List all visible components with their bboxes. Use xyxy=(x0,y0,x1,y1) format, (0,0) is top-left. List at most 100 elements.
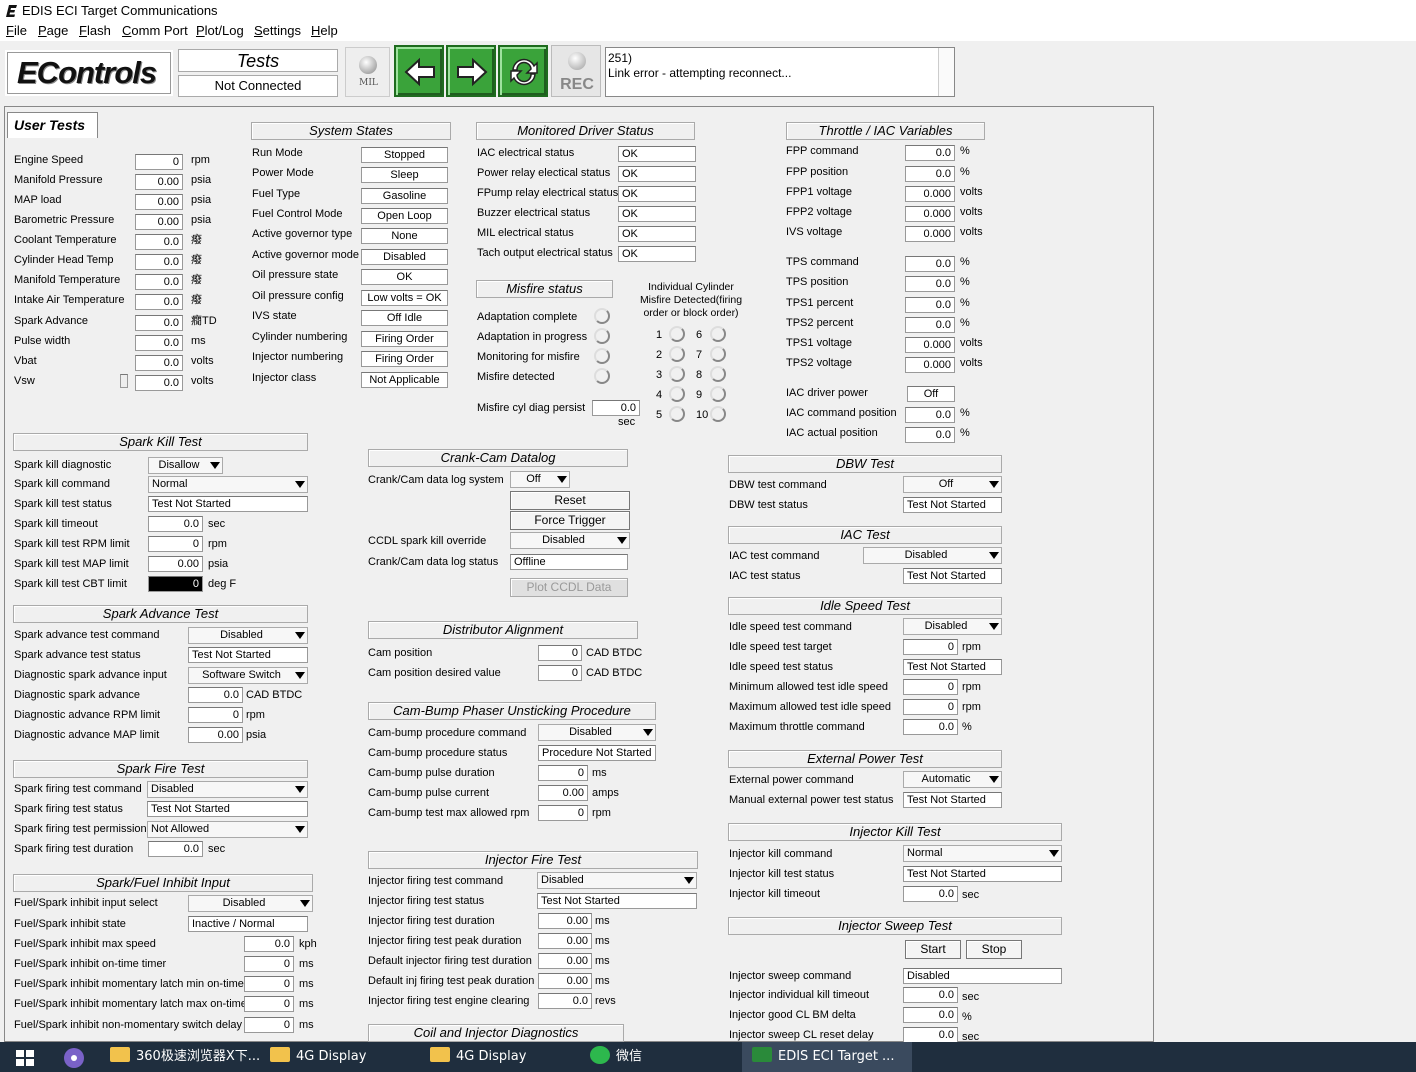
reset-button[interactable]: Reset xyxy=(510,491,630,510)
spark-advance-command-dropdown[interactable]: Disabled xyxy=(188,627,308,644)
chevron-down-icon xyxy=(300,900,310,907)
injector-fire-command-dropdown[interactable]: Disabled xyxy=(537,872,697,889)
system-state-value: Firing Order xyxy=(361,351,448,367)
distributor-label: Cam position xyxy=(368,647,433,659)
driver-status-value: OK xyxy=(618,206,696,222)
chevron-down-icon xyxy=(295,786,305,793)
page-selector[interactable]: Tests Not Connected xyxy=(178,49,338,97)
section-crank-cam-datalog: Crank-Cam Datalog xyxy=(368,449,628,467)
driver-status-value: OK xyxy=(618,166,696,182)
taskbar-item-browser[interactable]: 360极速浏览器X下... xyxy=(110,1042,260,1072)
misfire-led xyxy=(594,308,610,324)
menu-flash[interactable]: Flash xyxy=(79,23,111,38)
injector-fire-label: Injector firing test duration xyxy=(368,915,495,927)
distributor-label: Cam position desired value xyxy=(368,667,501,679)
idle-command-dropdown[interactable]: Disabled xyxy=(903,618,1002,635)
driver-status-label: Tach output electrical status xyxy=(477,247,613,259)
misfire-persist-value: 0.0 xyxy=(592,400,640,416)
spark-kill-label: Spark kill test status xyxy=(14,498,112,510)
edis-app-icon xyxy=(752,1047,772,1062)
cylinder-number: 6 xyxy=(696,329,703,341)
spark-kill-diagnostic-dropdown[interactable]: Disallow xyxy=(148,457,223,474)
var-label: Vbat xyxy=(14,355,37,367)
injector-fire-value: 0.00 xyxy=(538,913,592,929)
var-value: 0.0 xyxy=(135,375,183,391)
taskbar-item-edis[interactable]: EDIS ECI Target ... xyxy=(742,1042,912,1072)
menu-file[interactable]: File xyxy=(6,23,27,38)
dbw-command-dropdown[interactable]: Off xyxy=(903,476,1002,493)
cylinder-number: 3 xyxy=(656,369,663,381)
var-unit: psia xyxy=(191,194,212,206)
spark-kill-label: Spark kill timeout xyxy=(14,518,98,530)
refresh-button[interactable] xyxy=(498,45,548,97)
system-state-value: Gasoline xyxy=(361,188,448,204)
taskbar-item-4g-display-2[interactable]: 4G Display xyxy=(430,1042,526,1072)
spark-advance-unit: rpm xyxy=(246,709,265,721)
section-iac-test: IAC Test xyxy=(728,526,1002,544)
misfire-label: Adaptation complete xyxy=(477,311,578,323)
menu-help[interactable]: Help xyxy=(311,23,338,38)
ext-power-command-dropdown-value: Automatic xyxy=(921,773,971,785)
vsw-scroll[interactable] xyxy=(120,374,128,388)
injector-sweep-label: Injector good CL BM delta xyxy=(729,1009,856,1021)
var-unit: 癈 xyxy=(191,274,202,286)
arrow-right-icon xyxy=(457,57,488,87)
var-label: Intake Air Temperature xyxy=(14,294,125,306)
spark-advance-status: Test Not Started xyxy=(188,647,308,663)
sweep-stop-button[interactable]: Stop xyxy=(966,940,1022,959)
misfire-label: Adaptation in progress xyxy=(477,331,588,343)
taskbar-item-wechat[interactable]: 微信 xyxy=(590,1042,642,1072)
plot-ccdl-button[interactable]: Plot CCDL Data xyxy=(510,578,628,597)
driver-status-label: Power relay electical status xyxy=(477,167,611,179)
wechat-icon xyxy=(590,1045,610,1064)
injector-fire-value: 0.0 xyxy=(538,993,592,1009)
section-injector-kill-test: Injector Kill Test xyxy=(728,823,1062,841)
throttle-var-value: 0.000 xyxy=(905,337,955,353)
spark-kill-label: Spark kill diagnostic xyxy=(14,459,112,471)
spark-advance-input-dropdown[interactable]: Software Switch xyxy=(188,667,308,684)
injector-fire-label: Injector firing test engine clearing xyxy=(368,995,530,1007)
cylinder-led xyxy=(669,386,685,402)
menu-settings[interactable]: Settings xyxy=(254,23,301,38)
section-idle-speed-test: Idle Speed Test xyxy=(728,597,1002,615)
injector-fire-unit: revs xyxy=(595,995,616,1007)
force-trigger-button[interactable]: Force Trigger xyxy=(510,511,630,530)
ext-power-command-dropdown[interactable]: Automatic xyxy=(903,771,1002,788)
ccdl-override-dropdown[interactable]: Disabled xyxy=(510,532,630,549)
var-value: 0.0 xyxy=(135,315,183,331)
crank-cam-system-dropdown[interactable]: Off xyxy=(510,471,570,488)
menu-page[interactable]: Page xyxy=(38,23,68,38)
cylinder-led xyxy=(710,406,726,422)
menu-plot-log[interactable]: Plot/Log xyxy=(196,23,244,38)
tab-user-tests[interactable]: User Tests xyxy=(7,112,98,138)
back-button[interactable] xyxy=(394,45,444,97)
var-label: Barometric Pressure xyxy=(14,214,115,226)
windows-start-icon[interactable] xyxy=(16,1050,34,1066)
chevron-down-icon xyxy=(295,672,305,679)
sweep-start-button[interactable]: Start xyxy=(905,940,961,959)
spark-fire-duration-unit: sec xyxy=(208,843,226,855)
cylinder-led xyxy=(669,346,685,362)
folder-icon xyxy=(270,1047,290,1062)
system-state-value: Off Idle xyxy=(361,310,448,326)
status-line-1: 251) xyxy=(608,51,633,65)
cam-bump-command-dropdown[interactable]: Disabled xyxy=(538,724,656,741)
record-button[interactable]: REC xyxy=(551,45,601,97)
throttle-var-value: 0.0 xyxy=(905,297,955,313)
taskbar-item-4g-display-1[interactable]: 4G Display xyxy=(270,1042,366,1072)
injector-kill-command-dropdown[interactable]: Normal xyxy=(903,845,1062,862)
cam-bump-unit: amps xyxy=(592,787,619,799)
throttle-var-unit: % xyxy=(960,297,970,309)
idle-unit: rpm xyxy=(962,701,981,713)
spark-kill-command-dropdown[interactable]: Normal xyxy=(148,476,308,493)
spark-fire-permission-dropdown[interactable]: Not Allowed xyxy=(147,821,308,838)
menu-comm-port[interactable]: Comm Port xyxy=(122,23,188,38)
media-player-icon[interactable] xyxy=(63,1047,85,1069)
forward-button[interactable] xyxy=(446,45,496,97)
spark-fire-command-dropdown[interactable]: Disabled xyxy=(147,781,308,798)
cam-bump-label: Cam-bump pulse current xyxy=(368,787,490,799)
status-scrollbar[interactable] xyxy=(938,48,954,96)
driver-status-value: OK xyxy=(618,246,696,262)
iac-command-dropdown[interactable]: Disabled xyxy=(863,547,1002,564)
inhibit-select-dropdown[interactable]: Disabled xyxy=(188,895,313,912)
